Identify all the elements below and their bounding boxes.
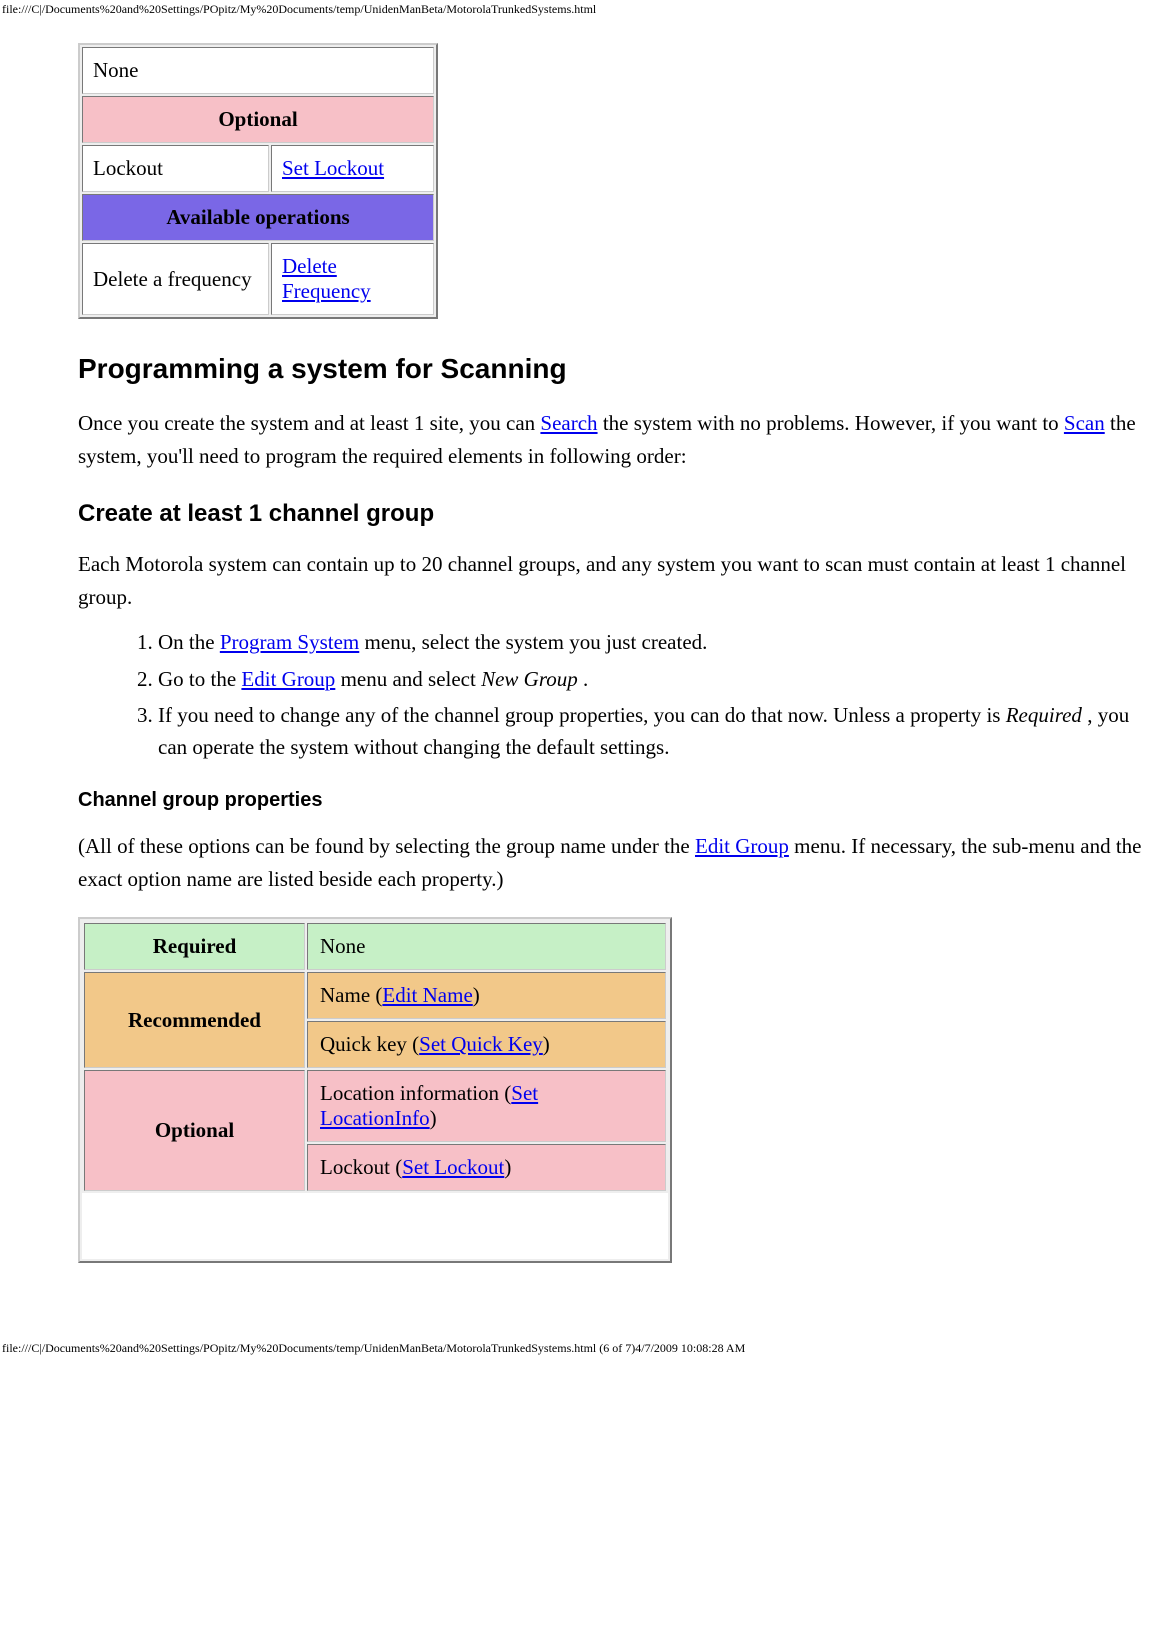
cell-none: None	[82, 47, 434, 94]
steps-list: On the Program System menu, select the s…	[78, 627, 1158, 763]
link-edit-group-2[interactable]: Edit Group	[695, 834, 789, 858]
text: Location information (	[320, 1081, 511, 1105]
heading-channel-group-properties: Channel group properties	[78, 789, 1158, 812]
cell-lockout-label: Lockout	[82, 145, 269, 192]
em-required: Required	[1006, 703, 1082, 727]
link-search[interactable]: Search	[540, 411, 597, 435]
text: Name (	[320, 983, 382, 1007]
cell-opt-location: Location information (Set LocationInfo)	[307, 1070, 666, 1142]
text: )	[504, 1155, 511, 1179]
list-item: If you need to change any of the channel…	[158, 700, 1158, 763]
cell-required-value: None	[307, 923, 666, 970]
link-edit-group[interactable]: Edit Group	[241, 667, 335, 691]
footer-path: file:///C|/Documents%20and%20Settings/PO…	[0, 1329, 1159, 1364]
link-edit-name[interactable]: Edit Name	[382, 983, 472, 1007]
para-channel-group-desc: Each Motorola system can contain up to 2…	[78, 548, 1158, 613]
cell-lockout-link: Set Lockout	[271, 145, 434, 192]
header-required: Required	[84, 923, 305, 970]
text: Once you create the system and at least …	[78, 411, 540, 435]
text: .	[578, 667, 589, 691]
properties-table-wrap: Required None Recommended Name (Edit Nam…	[78, 917, 672, 1263]
main-content: None Optional Lockout Set Lockout Availa…	[78, 43, 1158, 1269]
header-path: file:///C|/Documents%20and%20Settings/PO…	[0, 0, 1159, 17]
cell-opt-lockout: Lockout (Set Lockout)	[307, 1144, 666, 1191]
text: Quick key (	[320, 1032, 419, 1056]
text: menu and select	[335, 667, 481, 691]
para-properties-desc: (All of these options can be found by se…	[78, 830, 1158, 895]
text: )	[543, 1032, 550, 1056]
cell-delete-label: Delete a frequency	[82, 243, 269, 315]
header-optional: Optional	[82, 96, 434, 143]
table-bottom-space	[82, 1193, 668, 1259]
list-item: Go to the Edit Group menu and select New…	[158, 664, 1158, 696]
em-new-group: New Group	[481, 667, 578, 691]
text: )	[430, 1106, 437, 1130]
list-item: On the Program System menu, select the s…	[158, 627, 1158, 659]
text: Go to the	[158, 667, 241, 691]
link-program-system[interactable]: Program System	[220, 630, 359, 654]
header-optional-2: Optional	[84, 1070, 305, 1191]
text: )	[473, 983, 480, 1007]
text: Lockout (	[320, 1155, 402, 1179]
link-set-quick-key[interactable]: Set Quick Key	[419, 1032, 543, 1056]
text: On the	[158, 630, 220, 654]
properties-table: Required None Recommended Name (Edit Nam…	[82, 921, 668, 1193]
link-delete-frequency[interactable]: Delete Frequency	[282, 254, 371, 303]
text: menu, select the system you just created…	[359, 630, 707, 654]
cell-delete-link: Delete Frequency	[271, 243, 434, 315]
heading-create-channel-group: Create at least 1 channel group	[78, 500, 1158, 528]
link-set-lockout-2[interactable]: Set Lockout	[402, 1155, 504, 1179]
text: (All of these options can be found by se…	[78, 834, 695, 858]
link-scan[interactable]: Scan	[1064, 411, 1105, 435]
cell-rec-name: Name (Edit Name)	[307, 972, 666, 1019]
header-available-ops: Available operations	[82, 194, 434, 241]
para-intro: Once you create the system and at least …	[78, 407, 1158, 472]
text: If you need to change any of the channel…	[158, 703, 1006, 727]
header-recommended: Recommended	[84, 972, 305, 1068]
text: the system with no problems. However, if…	[598, 411, 1064, 435]
cell-rec-quickkey: Quick key (Set Quick Key)	[307, 1021, 666, 1068]
link-set-lockout[interactable]: Set Lockout	[282, 156, 384, 180]
freq-options-table: None Optional Lockout Set Lockout Availa…	[78, 43, 438, 319]
heading-programming-scanning: Programming a system for Scanning	[78, 353, 1158, 385]
